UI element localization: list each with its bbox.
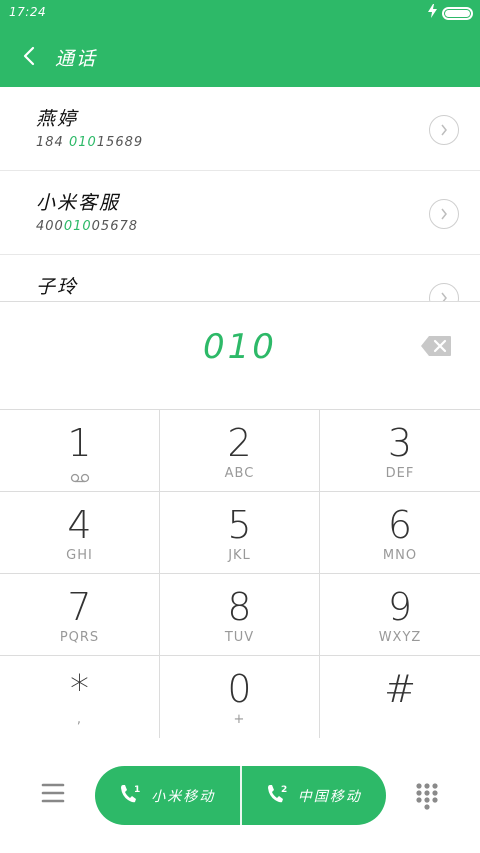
key-digit: 8 (227, 585, 252, 629)
voicemail-icon (70, 468, 90, 483)
dialed-digits: 010 (203, 327, 277, 367)
key-digit: 6 (387, 503, 413, 547)
key-digit: 9 (387, 585, 413, 629)
call-sim1-label: 小米移动 (151, 788, 216, 805)
key-5[interactable]: 5 JKL (160, 492, 320, 574)
menu-icon[interactable] (40, 782, 66, 804)
key-digit: # (384, 667, 416, 711)
key-letters: MNO (382, 548, 418, 563)
chevron-left-icon[interactable] (18, 42, 40, 70)
contact-number: 40001005678 (36, 219, 139, 234)
svg-text:1: 1 (134, 785, 140, 795)
key-letters: DEF (385, 466, 415, 481)
key-4[interactable]: 4 GHI (0, 492, 160, 574)
call-sim1-button[interactable]: 1 小米移动 (95, 766, 240, 825)
dial-display: 010 (0, 301, 480, 409)
key-digit: 0 (227, 667, 252, 711)
key-letters: PQRS (59, 630, 100, 645)
key-digit: 2 (227, 421, 252, 465)
contact-row[interactable]: 子玲 (0, 255, 480, 301)
contact-number: 184 01015689 (36, 135, 144, 150)
contact-results-list: 燕婷 184 01015689 小米客服 40001005678 子玲 (0, 87, 480, 301)
key-0[interactable]: 0 + (160, 656, 320, 739)
dial-keypad: 1 2 ABC 3 DEF 4 GHI 5 JKL 6 MNO 7 PQRS 8… (0, 409, 480, 739)
key-star[interactable]: * , (0, 656, 160, 739)
contact-row[interactable]: 燕婷 184 01015689 (0, 87, 480, 171)
key-6[interactable]: 6 MNO (320, 492, 480, 574)
key-digit: 7 (67, 585, 92, 629)
key-1[interactable]: 1 (0, 410, 160, 492)
key-digit: 1 (67, 421, 92, 465)
key-8[interactable]: 8 TUV (160, 574, 320, 656)
status-bar: 17:24 (0, 0, 480, 26)
contact-name: 子玲 (36, 276, 79, 298)
key-letters: JKL (228, 548, 251, 563)
contact-name: 燕婷 (36, 108, 79, 130)
chevron-right-icon[interactable] (429, 199, 459, 229)
key-letters: TUV (224, 630, 255, 645)
key-digit: 3 (387, 421, 413, 465)
call-button-group: 1 小米移动 2 中国移动 (95, 766, 386, 825)
key-7[interactable]: 7 PQRS (0, 574, 160, 656)
backspace-icon[interactable] (420, 335, 452, 357)
key-hash[interactable]: # (320, 656, 480, 739)
key-letters: + (233, 712, 246, 727)
contact-row[interactable]: 小米客服 40001005678 (0, 171, 480, 255)
key-letters: GHI (66, 548, 93, 563)
page-title: 通话 (55, 48, 98, 70)
chevron-right-icon[interactable] (429, 115, 459, 145)
key-digit: * (70, 667, 89, 711)
key-letters: , (76, 712, 83, 727)
key-2[interactable]: 2 ABC (160, 410, 320, 492)
contact-name: 小米客服 (36, 192, 121, 214)
app-header: 通话 (0, 26, 480, 87)
battery-icon (442, 7, 473, 20)
phone-sim1-icon: 1 (119, 783, 141, 809)
phone-sim2-icon: 2 (266, 783, 288, 809)
svg-text:2: 2 (281, 785, 287, 795)
status-time: 17:24 (9, 5, 47, 19)
call-divider (239, 766, 242, 825)
bolt-icon (428, 4, 437, 22)
key-letters: ABC (224, 466, 255, 481)
key-3[interactable]: 3 DEF (320, 410, 480, 492)
call-sim2-label: 中国移动 (297, 788, 362, 805)
chevron-right-icon[interactable] (429, 283, 459, 301)
key-digit: 4 (67, 503, 92, 547)
dialpad-toggle-icon[interactable] (415, 782, 439, 810)
key-9[interactable]: 9 WXYZ (320, 574, 480, 656)
bottom-bar: 1 小米移动 2 中国移动 (0, 738, 480, 853)
key-digit: 5 (227, 503, 252, 547)
call-sim2-button[interactable]: 2 中国移动 (242, 766, 387, 825)
key-letters: WXYZ (378, 630, 422, 645)
